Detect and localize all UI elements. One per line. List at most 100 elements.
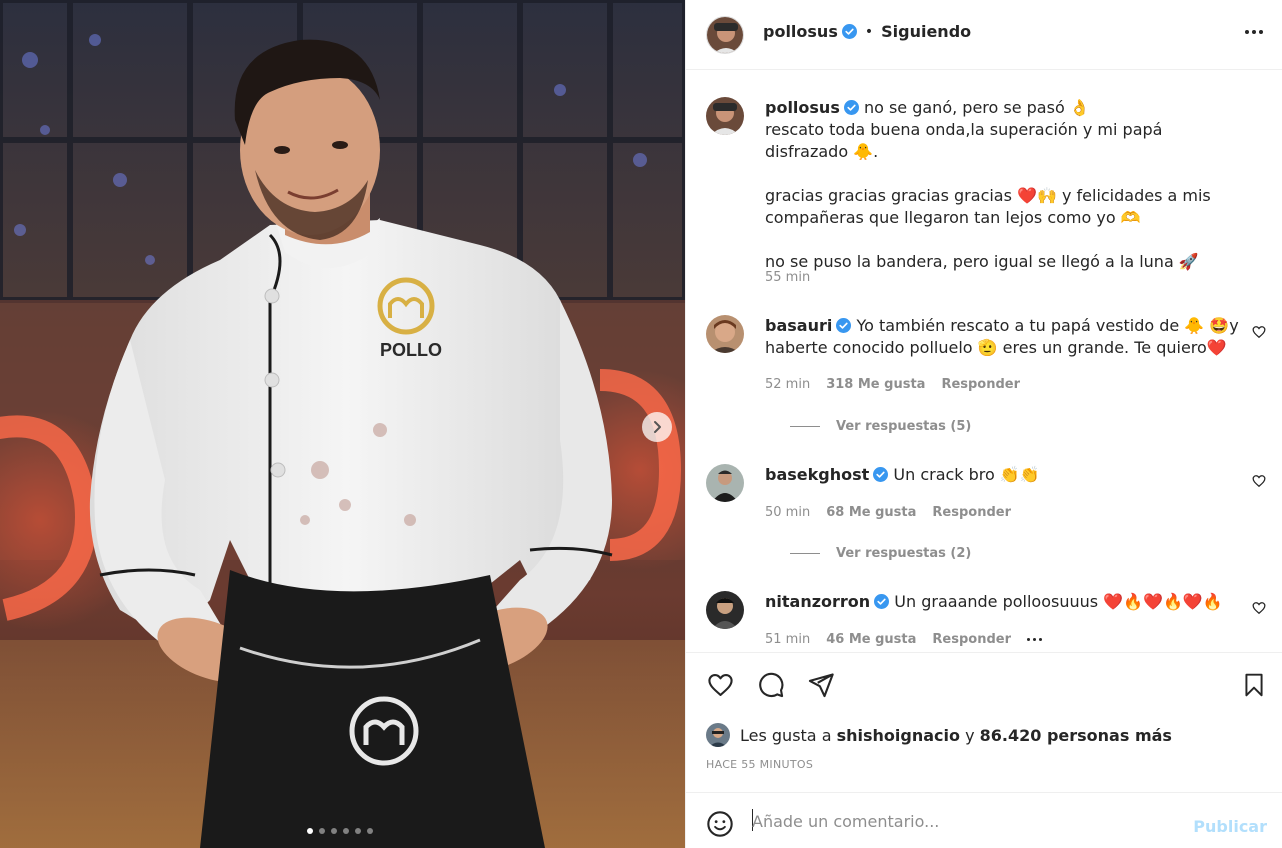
more-horizontal-icon <box>1245 30 1249 34</box>
comment-line: Un graaande polloosuuus ❤️🔥❤️🔥❤️🔥 <box>894 592 1223 611</box>
more-horizontal-icon <box>1026 638 1030 641</box>
more-dot <box>1259 30 1263 34</box>
comment-meta: 50 min 68 Me gusta Responder <box>765 505 1011 520</box>
comment-item: basekghost Un crack bro 👏👏 50 min 68 Me … <box>706 464 1266 564</box>
caption-line: no se puso la bandera, pero igual se lle… <box>765 252 1199 271</box>
caption-meta: 55 min <box>765 270 810 285</box>
comment-icon[interactable] <box>757 671 785 699</box>
view-replies-button[interactable]: Ver respuestas (2) <box>790 546 971 561</box>
commenter-avatar[interactable] <box>706 591 744 629</box>
post-actions: Les gusta a shishoignacio y 86.420 perso… <box>686 652 1282 792</box>
comment-time[interactable]: 51 min <box>765 632 810 647</box>
verified-badge-icon <box>843 100 859 115</box>
comment-item: basauri Yo también rescato a tu papá ves… <box>706 315 1266 445</box>
paper-plane-icon[interactable] <box>807 671 835 699</box>
comment-text: basauri Yo también rescato a tu papá ves… <box>765 315 1245 359</box>
post-caption: pollosus no se ganó, pero se pasó 👌 resc… <box>706 97 1266 297</box>
more-options-button[interactable] <box>1245 30 1263 34</box>
commenter-avatar[interactable] <box>706 315 744 353</box>
post-side-panel: pollosus • Siguiendo pollosus no se ganó… <box>685 0 1282 848</box>
view-replies-label: Ver respuestas (2) <box>836 546 972 561</box>
liker-avatar[interactable] <box>706 723 730 747</box>
caption-line: no se ganó, pero se pasó 👌 <box>863 98 1090 117</box>
commenter-username-link[interactable]: basauri <box>765 316 832 335</box>
comment-line: Yo también rescato a tu papá vestido de … <box>856 316 1239 335</box>
bookmark-icon[interactable] <box>1241 671 1267 699</box>
replies-divider <box>790 426 820 427</box>
carousel-dot <box>307 828 313 834</box>
caption-username-link[interactable]: pollosus <box>765 98 840 117</box>
commenter-username-link[interactable]: nitanzorron <box>765 592 870 611</box>
carousel-indicator <box>307 828 373 834</box>
jacket-badge-text: POLLO <box>380 340 442 360</box>
verified-badge-icon <box>836 318 852 333</box>
instagram-post-modal: POLLO pollosus • Siguiendo pollosus no s… <box>0 0 1282 848</box>
header-separator: • <box>864 23 874 40</box>
view-replies-button[interactable]: Ver respuestas (5) <box>790 419 971 434</box>
heart-icon[interactable] <box>706 671 735 699</box>
likes-summary: Les gusta a shishoignacio y 86.420 perso… <box>706 723 1172 747</box>
comment-likes[interactable]: 68 Me gusta <box>826 505 916 520</box>
comment-line: Un crack bro 👏👏 <box>893 465 1040 484</box>
comment-meta: 51 min 46 Me gusta Responder <box>765 632 1042 647</box>
comment-reply-button[interactable]: Responder <box>932 505 1011 520</box>
commenter-username-link[interactable]: basekghost <box>765 465 869 484</box>
comment-text: basekghost Un crack bro 👏👏 <box>765 464 1245 486</box>
post-photo[interactable]: POLLO <box>0 0 685 848</box>
comment-text: nitanzorron Un graaande polloosuuus ❤️🔥❤… <box>765 591 1245 613</box>
chef-photo-illustration: POLLO <box>0 0 685 848</box>
carousel-dot <box>319 828 325 834</box>
commenter-avatar[interactable] <box>706 464 744 502</box>
comment-composer: Publicar <box>686 792 1282 848</box>
comment-options-button[interactable] <box>1026 638 1042 641</box>
comment-like-heart-icon[interactable] <box>1252 325 1266 339</box>
view-replies-label: Ver respuestas (5) <box>836 419 972 434</box>
caption-line: rescato toda buena onda,la superación y … <box>765 120 1163 161</box>
comment-reply-button[interactable]: Responder <box>941 377 1020 392</box>
carousel-next-button[interactable] <box>642 412 672 442</box>
comment-likes[interactable]: 318 Me gusta <box>826 377 925 392</box>
comment-time[interactable]: 50 min <box>765 505 810 520</box>
comment-time[interactable]: 52 min <box>765 377 810 392</box>
avatar-image <box>706 464 744 502</box>
more-dot <box>1252 30 1256 34</box>
more-dot <box>1032 638 1036 641</box>
comment-line: haberte conocido polluelo 🫡 eres un gran… <box>765 338 1227 357</box>
emoji-smile-icon[interactable] <box>706 810 734 838</box>
likes-prefix: Les gusta a <box>740 725 832 745</box>
comment-like-heart-icon[interactable] <box>1252 474 1266 488</box>
author-username-link[interactable]: pollosus <box>763 22 838 41</box>
verified-badge-icon <box>841 24 857 39</box>
likes-others-link[interactable]: 86.420 personas más <box>980 726 1172 745</box>
post-timestamp[interactable]: HACE 55 MINUTOS <box>706 758 813 771</box>
author-avatar[interactable] <box>706 16 744 54</box>
avatar-image <box>706 591 744 629</box>
likes-connector: y <box>965 725 975 745</box>
comments-scroll-area[interactable]: pollosus no se ganó, pero se pasó 👌 resc… <box>686 71 1282 651</box>
following-button[interactable]: Siguiendo <box>881 22 971 41</box>
comment-likes[interactable]: 46 Me gusta <box>826 632 916 647</box>
caption-text: pollosus no se ganó, pero se pasó 👌 resc… <box>765 97 1245 273</box>
carousel-dot <box>343 828 349 834</box>
more-dot <box>1038 638 1042 641</box>
carousel-dot <box>331 828 337 834</box>
publish-button[interactable]: Publicar <box>1193 817 1267 836</box>
carousel-dot <box>355 828 361 834</box>
avatar-image <box>706 97 744 135</box>
post-header: pollosus • Siguiendo <box>686 0 1282 70</box>
caption-line: gracias gracias gracias gracias ❤️🙌 y fe… <box>765 186 1211 205</box>
comment-input[interactable] <box>752 809 1182 833</box>
comment-like-heart-icon[interactable] <box>1252 601 1266 615</box>
carousel-dot <box>367 828 373 834</box>
caption-time[interactable]: 55 min <box>765 270 810 285</box>
verified-badge-icon <box>873 467 889 482</box>
caption-author-avatar[interactable] <box>706 97 744 135</box>
comment-reply-button[interactable]: Responder <box>932 632 1011 647</box>
comment-meta: 52 min 318 Me gusta Responder <box>765 377 1020 392</box>
avatar-image <box>706 315 744 353</box>
avatar-image <box>707 17 743 53</box>
liker-username-link[interactable]: shishoignacio <box>837 726 960 745</box>
verified-badge-icon <box>874 594 890 609</box>
chevron-right-icon <box>654 421 661 433</box>
comment-item: nitanzorron Un graaande polloosuuus ❤️🔥❤… <box>706 591 1266 651</box>
